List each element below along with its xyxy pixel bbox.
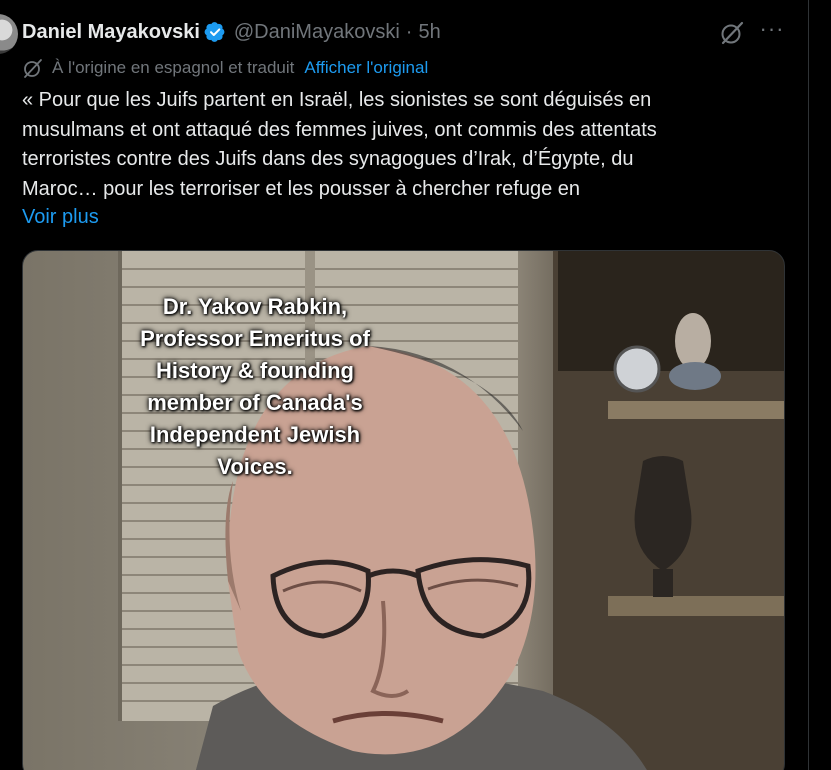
avatar[interactable] (0, 14, 18, 54)
author-handle[interactable]: @DaniMayakovski (234, 21, 400, 44)
post-text-line: Maroc… pour les terroriser et les pousse… (22, 177, 581, 200)
author-name[interactable]: Daniel Mayakovski (22, 21, 200, 44)
post-text: « Pour que les Juifs partent en Israël, … (22, 86, 782, 204)
scrollbar-gutter (808, 0, 831, 770)
meta-separator: · (405, 20, 413, 43)
post-header: Daniel Mayakovski @DaniMayakovski · 5h (22, 18, 441, 46)
translation-note: À l'origine en espagnol et traduit (52, 58, 295, 77)
post-text-line: terroristes contre des Juifs dans des sy… (22, 148, 634, 170)
show-original-link[interactable]: Afficher l'original (304, 58, 428, 78)
more-icon[interactable]: ··· (759, 16, 785, 42)
caption-line: Professor Emeritus of (140, 326, 370, 351)
caption-line: History & founding (156, 358, 354, 383)
translation-row: À l'origine en espagnol et traduit Affic… (22, 56, 428, 80)
caption-line: Independent Jewish (149, 422, 361, 447)
post-time[interactable]: 5h (418, 21, 440, 44)
grok-icon[interactable] (719, 20, 745, 46)
video-player[interactable]: Dr. Yakov Rabkin, Professor Emeritus of … (22, 250, 785, 770)
post-text-line: « Pour que les Juifs partent en Israël, … (22, 89, 652, 111)
post-text-line: musulmans et ont attaqué des femmes juiv… (22, 118, 657, 141)
see-more-link[interactable]: Voir plus (22, 203, 99, 232)
translate-icon (24, 59, 42, 78)
video-caption: Dr. Yakov Rabkin, Professor Emeritus of … (133, 291, 377, 483)
caption-line: member of Canada's (147, 390, 363, 415)
caption-line: Dr. Yakov Rabkin, (162, 294, 348, 319)
caption-line: Voices. (217, 454, 293, 479)
verified-badge-icon[interactable] (204, 21, 226, 43)
